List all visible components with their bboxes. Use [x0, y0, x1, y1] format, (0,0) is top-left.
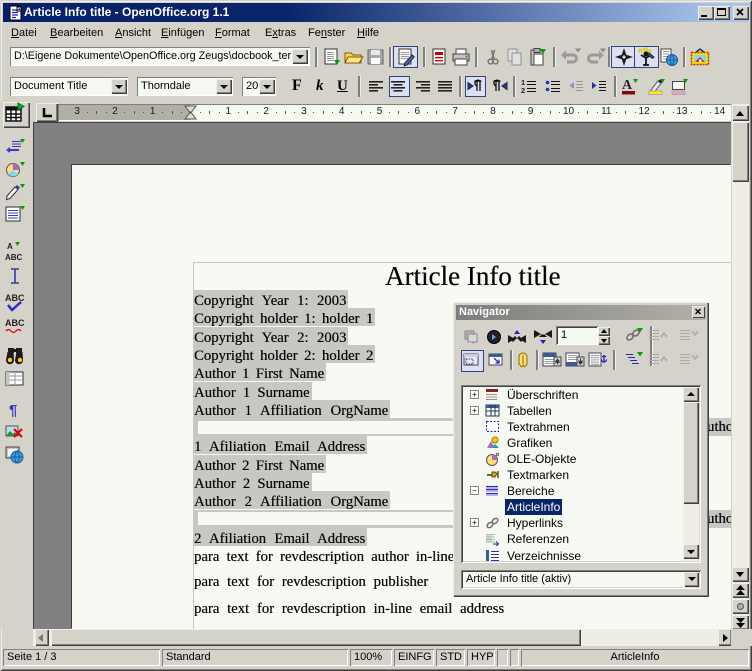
svg-text:¶: ¶: [9, 402, 17, 419]
svg-text:2: 2: [521, 86, 525, 95]
svg-text:A: A: [622, 78, 633, 93]
svg-text:ABC: ABC: [5, 318, 25, 328]
svg-text:A: A: [7, 242, 13, 251]
svg-text:ABC: ABC: [5, 253, 23, 262]
svg-text:ABC: ABC: [5, 293, 25, 303]
